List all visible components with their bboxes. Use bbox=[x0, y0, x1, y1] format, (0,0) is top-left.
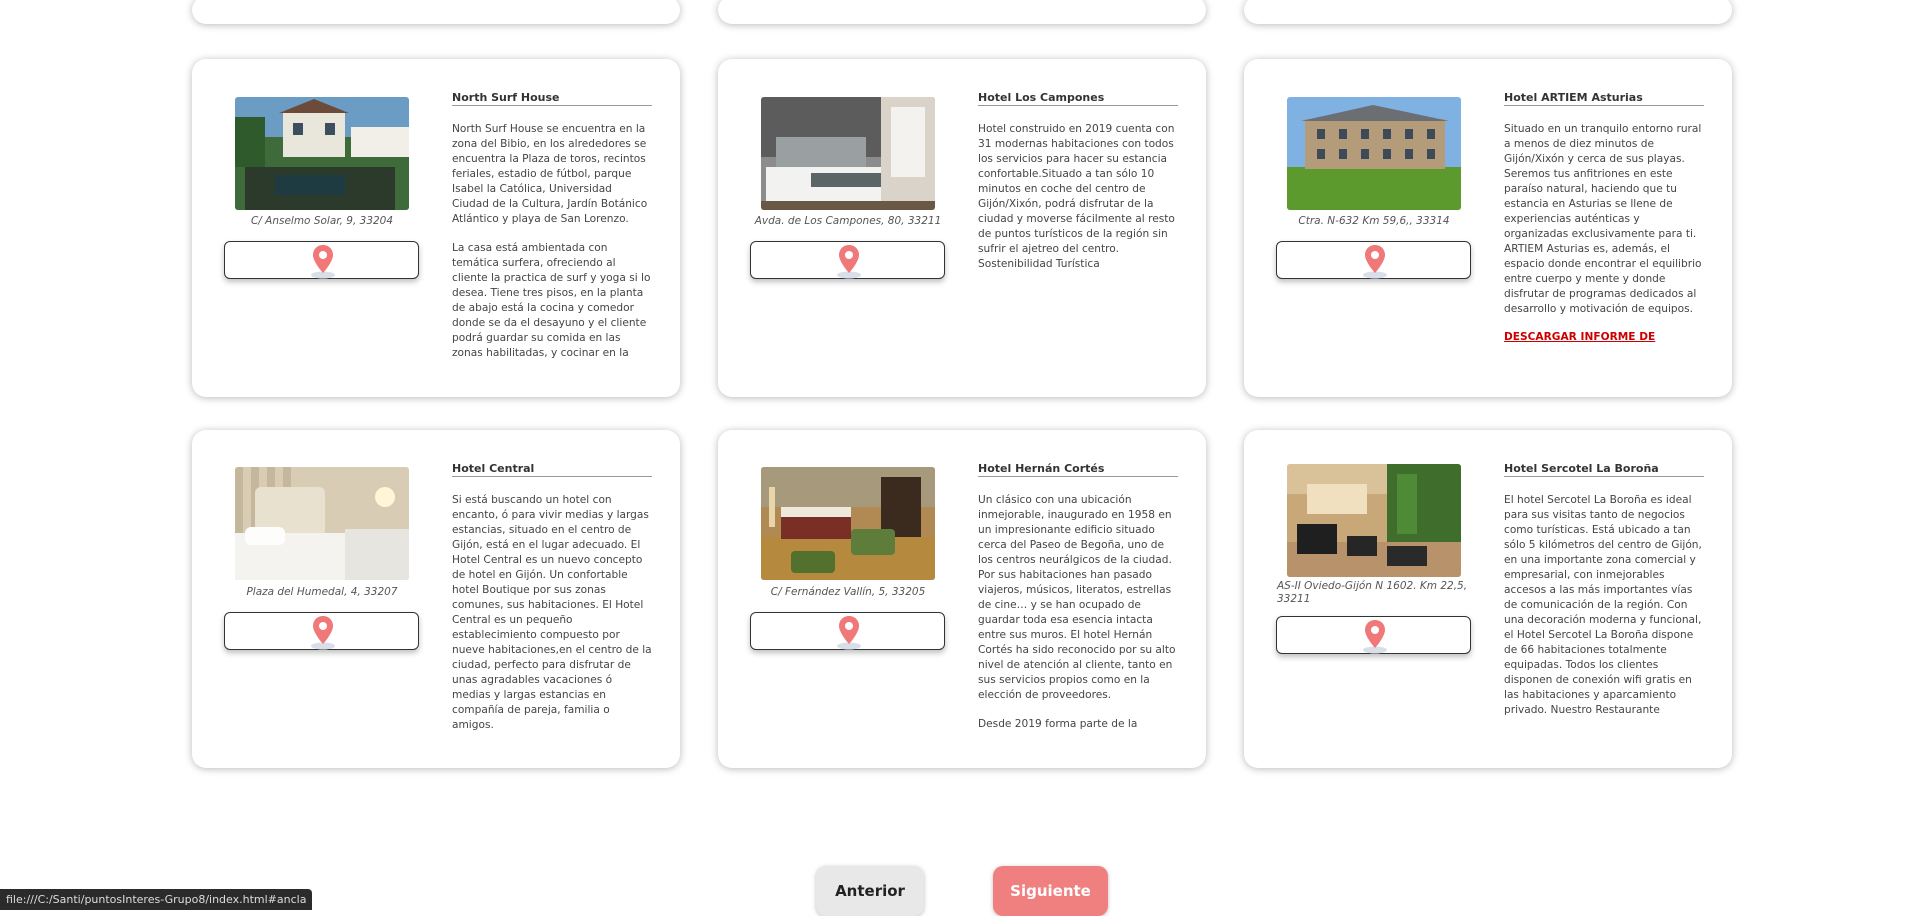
map-pin-icon bbox=[311, 616, 335, 650]
hotel-name: Hotel Sercotel La Boroña bbox=[1504, 462, 1704, 477]
hotel-address: Plaza del Humedal, 4, 33207 bbox=[246, 586, 398, 598]
hotel-info: Hotel Los Campones Hotel construido en 2… bbox=[978, 91, 1178, 369]
hotel-name: Hotel ARTIEM Asturias bbox=[1504, 91, 1704, 106]
hotel-photo bbox=[1287, 464, 1461, 577]
hotel-photo bbox=[235, 467, 409, 580]
hotel-photo bbox=[1287, 97, 1461, 210]
hotel-description: Hotel construido en 2019 cuenta con 31 m… bbox=[978, 123, 1175, 270]
map-pin-icon bbox=[837, 616, 861, 650]
hotel-address: Ctra. N-632 Km 59,6,, 33314 bbox=[1298, 215, 1450, 227]
hotel-card-partial bbox=[192, 0, 680, 24]
hotel-info: Hotel Hernán Cortés Un clásico con una u… bbox=[978, 462, 1178, 740]
map-pin-icon bbox=[1363, 245, 1387, 279]
hotel-description: North Surf House se encuentra en la zona… bbox=[452, 123, 648, 225]
hotel-info: Hotel ARTIEM Asturias Situado en un tran… bbox=[1504, 91, 1704, 369]
hotel-name: Hotel Hernán Cortés bbox=[978, 462, 1178, 477]
hotel-description: La casa está ambientada con temática sur… bbox=[452, 242, 651, 359]
hotel-address: C/ Fernández Vallín, 5, 33205 bbox=[770, 586, 926, 598]
next-page-button[interactable]: Siguiente bbox=[993, 866, 1108, 916]
hotel-description: Un clásico con una ubicación inmejorable… bbox=[978, 494, 1176, 701]
hotel-card-partial bbox=[718, 0, 1206, 24]
hotel-description: Si está buscando un hotel con encanto, ó… bbox=[452, 494, 652, 731]
previous-page-button[interactable]: Anterior bbox=[816, 866, 924, 916]
status-bar-url: file:///C:/Santi/puntosInteres-Grupo8/in… bbox=[0, 889, 313, 910]
hotel-info: Hotel Sercotel La Boroña El hotel Sercot… bbox=[1504, 462, 1704, 740]
hotel-photo bbox=[235, 97, 409, 210]
hotel-address: AS-II Oviedo-Gijón N 1602. Km 22,5, 3321… bbox=[1277, 580, 1468, 605]
hotel-name: Hotel Los Campones bbox=[978, 91, 1178, 106]
hotel-description: Situado en un tranquilo entorno rural a … bbox=[1504, 123, 1702, 315]
hotel-address: C/ Anselmo Solar, 9, 33204 bbox=[250, 215, 394, 227]
map-location-button[interactable] bbox=[1276, 241, 1471, 279]
hotel-info: North Surf House North Surf House se enc… bbox=[452, 91, 652, 369]
map-pin-icon bbox=[1363, 620, 1387, 654]
download-report-link[interactable]: DESCARGAR INFORME DE bbox=[1504, 331, 1704, 343]
map-location-button[interactable] bbox=[224, 612, 419, 650]
hotel-photo bbox=[761, 467, 935, 580]
hotel-photo bbox=[761, 97, 935, 210]
hotel-card: AS-II Oviedo-Gijón N 1602. Km 22,5, 3321… bbox=[1244, 430, 1732, 768]
hotel-description: Desde 2019 forma parte de la bbox=[978, 718, 1138, 730]
hotel-card: Ctra. N-632 Km 59,6,, 33314 Hotel ARTIEM… bbox=[1244, 59, 1732, 397]
map-location-button[interactable] bbox=[1276, 616, 1471, 654]
hotel-card: C/ Anselmo Solar, 9, 33204 North Surf Ho… bbox=[192, 59, 680, 397]
map-location-button[interactable] bbox=[750, 241, 945, 279]
hotel-card: Avda. de Los Campones, 80, 33211 Hotel L… bbox=[718, 59, 1206, 397]
hotel-card: C/ Fernández Vallín, 5, 33205 Hotel Hern… bbox=[718, 430, 1206, 768]
hotel-name: North Surf House bbox=[452, 91, 652, 106]
map-pin-icon bbox=[837, 245, 861, 279]
hotel-info: Hotel Central Si está buscando un hotel … bbox=[452, 462, 652, 740]
hotel-card-partial bbox=[1244, 0, 1732, 24]
hotel-name: Hotel Central bbox=[452, 462, 652, 477]
hotel-card: Plaza del Humedal, 4, 33207 Hotel Centra… bbox=[192, 430, 680, 768]
hotel-address: Avda. de Los Campones, 80, 33211 bbox=[754, 215, 942, 227]
map-location-button[interactable] bbox=[750, 612, 945, 650]
map-pin-icon bbox=[311, 245, 335, 279]
hotel-description: El hotel Sercotel La Boroña es ideal par… bbox=[1504, 494, 1702, 716]
map-location-button[interactable] bbox=[224, 241, 419, 279]
